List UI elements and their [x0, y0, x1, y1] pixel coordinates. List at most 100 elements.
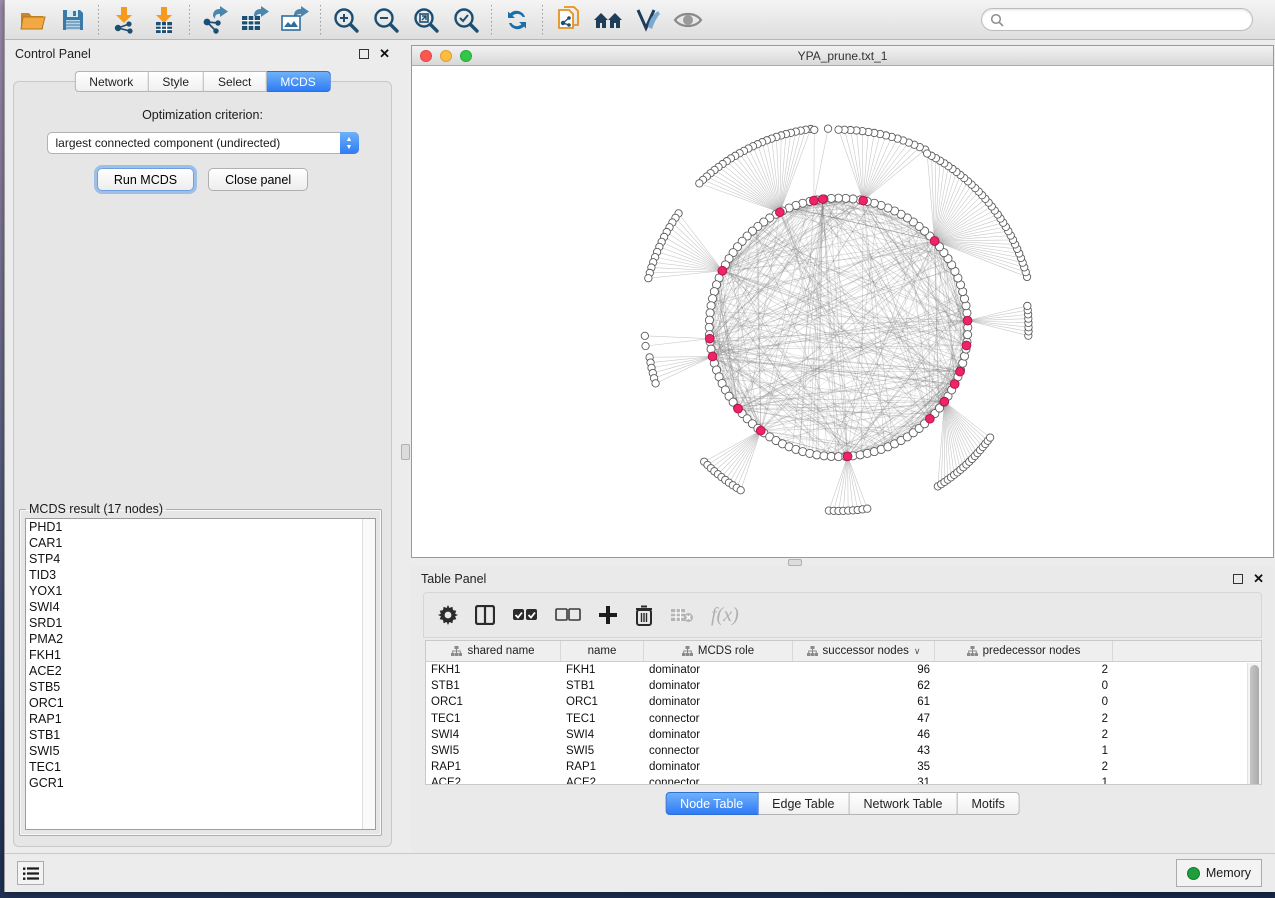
mcds-result-item[interactable]: ACE2 [26, 663, 375, 679]
mcds-hub-node[interactable] [756, 426, 765, 435]
run-mcds-button[interactable]: Run MCDS [97, 168, 194, 191]
mcds-result-item[interactable]: TEC1 [26, 759, 375, 775]
table-settings-icon[interactable] [438, 605, 458, 625]
delete-column-icon[interactable] [635, 605, 653, 626]
export-network-icon[interactable] [195, 3, 235, 37]
close-panel-button[interactable]: Close panel [208, 168, 308, 191]
table-row[interactable]: FKH1FKH1dominator962 [426, 662, 1261, 678]
network-node[interactable] [811, 126, 818, 133]
tab-node-table[interactable]: Node Table [665, 792, 758, 815]
float-panel-icon[interactable] [359, 49, 369, 59]
close-panel-icon[interactable]: ✕ [1253, 574, 1264, 584]
horizontal-splitter-handle[interactable] [788, 559, 802, 566]
mcds-result-item[interactable]: STP4 [26, 551, 375, 567]
network-canvas[interactable] [412, 66, 1273, 557]
mcds-hub-node[interactable] [926, 414, 935, 423]
mcds-result-item[interactable]: PMA2 [26, 631, 375, 647]
tab-network[interactable]: Network [74, 71, 148, 92]
table-row[interactable]: ACE2ACE2connector311 [426, 775, 1261, 785]
deselect-all-icon[interactable] [555, 608, 581, 622]
mcds-hub-node[interactable] [734, 404, 743, 413]
save-session-icon[interactable] [53, 3, 93, 37]
network-window-titlebar[interactable]: YPA_prune.txt_1 [412, 46, 1273, 66]
window-close-icon[interactable] [420, 50, 432, 62]
delete-table-icon[interactable] [670, 607, 694, 623]
mcds-result-item[interactable]: STB1 [26, 727, 375, 743]
open-session-icon[interactable] [13, 3, 53, 37]
select-all-icon[interactable] [512, 608, 538, 622]
function-builder-icon[interactable]: f(x) [711, 604, 739, 627]
mcds-hub-node[interactable] [962, 341, 971, 350]
mcds-hub-node[interactable] [940, 397, 949, 406]
mcds-result-item[interactable]: CAR1 [26, 535, 375, 551]
memory-button[interactable]: Memory [1176, 859, 1262, 887]
column-header-MCDS-role[interactable]: MCDS role [644, 641, 793, 661]
table-row[interactable]: STB1STB1dominator620 [426, 678, 1261, 694]
mcds-result-item[interactable]: RAP1 [26, 711, 375, 727]
import-network-icon[interactable] [104, 3, 144, 37]
network-node[interactable] [696, 180, 703, 187]
table-row[interactable]: SWI4SWI4dominator462 [426, 727, 1261, 743]
mcds-result-list[interactable]: PHD1CAR1STP4TID3YOX1SWI4SRD1PMA2FKH1ACE2… [25, 518, 376, 830]
mcds-result-item[interactable]: TID3 [26, 567, 375, 583]
clone-network-icon[interactable] [548, 3, 588, 37]
close-panel-icon[interactable]: ✕ [379, 49, 390, 59]
export-image-icon[interactable] [275, 3, 315, 37]
table-scrollbar[interactable] [1247, 663, 1261, 784]
mcds-result-item[interactable]: SWI4 [26, 599, 375, 615]
mcds-hub-node[interactable] [859, 196, 868, 205]
network-node[interactable] [1024, 302, 1031, 309]
mcds-result-item[interactable]: GCR1 [26, 775, 375, 791]
zoom-fit-icon[interactable] [406, 3, 446, 37]
network-node[interactable] [645, 275, 652, 282]
mcds-hub-node[interactable] [809, 196, 818, 205]
network-node[interactable] [963, 331, 971, 339]
search-input[interactable] [1004, 13, 1244, 27]
window-zoom-icon[interactable] [460, 50, 472, 62]
network-node[interactable] [652, 380, 659, 387]
network-node[interactable] [923, 150, 930, 157]
network-node[interactable] [641, 332, 648, 339]
mcds-list-scrollbar[interactable] [362, 519, 375, 829]
column-header-predecessor-nodes[interactable]: predecessor nodes [935, 641, 1113, 661]
import-table-icon[interactable] [144, 3, 184, 37]
tab-select[interactable]: Select [204, 71, 266, 92]
column-header-shared-name[interactable]: shared name [426, 641, 561, 661]
vertical-splitter-handle[interactable] [401, 444, 410, 460]
mcds-result-item[interactable]: PHD1 [26, 519, 375, 535]
zoom-in-icon[interactable] [326, 3, 366, 37]
table-row[interactable]: TEC1TEC1connector472 [426, 711, 1261, 727]
mcds-result-item[interactable]: SWI5 [26, 743, 375, 759]
mcds-result-item[interactable]: YOX1 [26, 583, 375, 599]
export-table-icon[interactable] [235, 3, 275, 37]
network-node[interactable] [864, 505, 871, 512]
show-hide-icon[interactable] [668, 3, 708, 37]
refresh-icon[interactable] [497, 3, 537, 37]
tab-motifs[interactable]: Motifs [957, 792, 1019, 815]
mcds-hub-node[interactable] [956, 367, 965, 376]
zoom-out-icon[interactable] [366, 3, 406, 37]
table-row[interactable]: SWI5SWI5connector431 [426, 743, 1261, 759]
network-node[interactable] [824, 125, 831, 132]
mcds-hub-node[interactable] [930, 237, 939, 246]
mcds-result-item[interactable]: FKH1 [26, 647, 375, 663]
mcds-result-item[interactable]: ORC1 [26, 695, 375, 711]
tab-style[interactable]: Style [148, 71, 204, 92]
zoom-selected-icon[interactable] [446, 3, 486, 37]
mcds-result-item[interactable]: SRD1 [26, 615, 375, 631]
mcds-hub-node[interactable] [843, 452, 852, 461]
scrollbar-thumb[interactable] [1250, 665, 1259, 785]
search-box[interactable] [981, 8, 1253, 31]
optimization-criterion-select[interactable]: largest connected component (undirected)… [47, 132, 359, 154]
task-history-button[interactable] [17, 861, 44, 885]
network-node[interactable] [737, 487, 744, 494]
mcds-hub-node[interactable] [818, 195, 827, 204]
mcds-hub-node[interactable] [708, 352, 717, 361]
mcds-hub-node[interactable] [950, 380, 959, 389]
column-layout-icon[interactable] [475, 605, 495, 625]
add-column-icon[interactable] [598, 605, 618, 625]
tab-edge-table[interactable]: Edge Table [758, 792, 849, 815]
mcds-hub-node[interactable] [705, 334, 714, 343]
column-header-successor-nodes[interactable]: successor nodes∨ [793, 641, 935, 661]
mcds-hub-node[interactable] [775, 208, 784, 217]
